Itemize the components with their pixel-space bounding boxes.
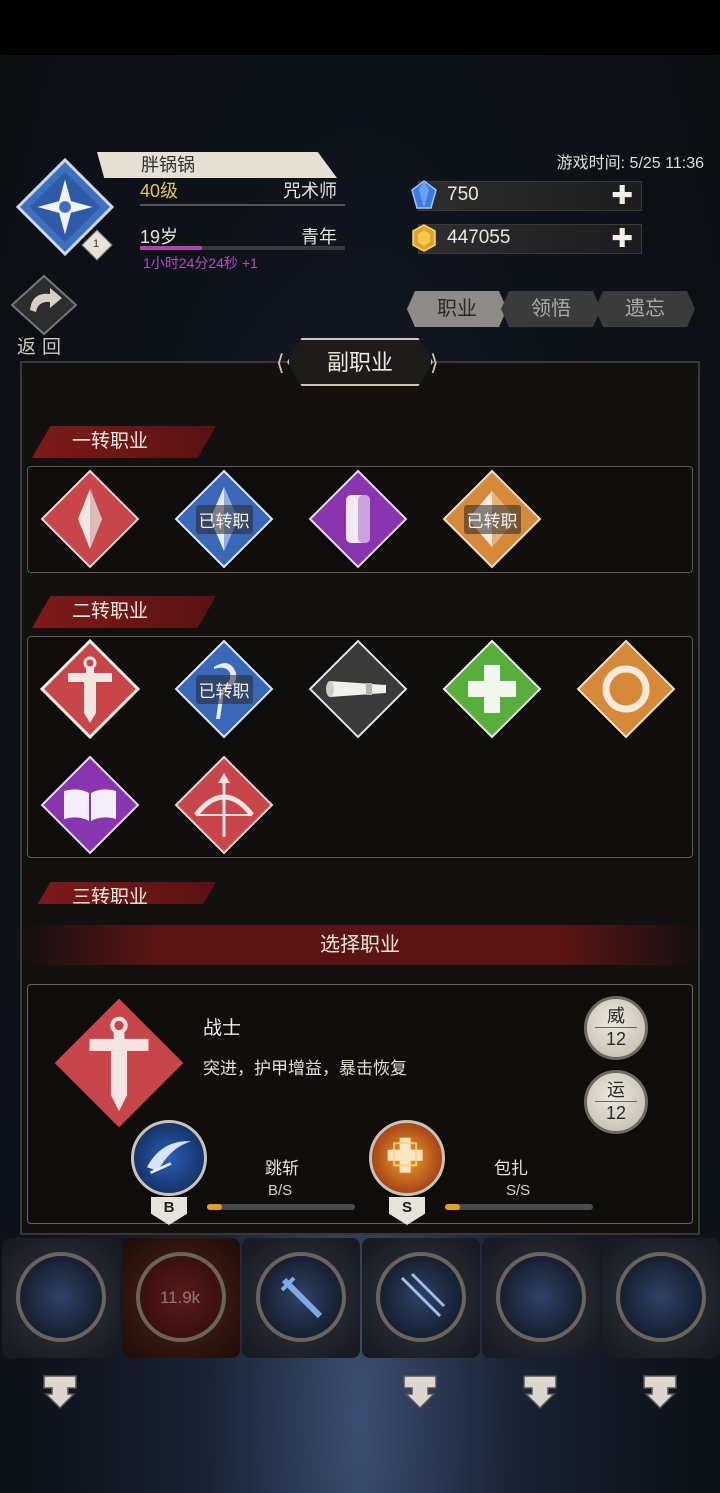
converted-tag: 已转职 — [174, 639, 274, 739]
skill-slot-flame[interactable] — [616, 1252, 706, 1342]
skill-slot-arrows[interactable] — [376, 1252, 466, 1342]
diamond-icon — [411, 180, 437, 209]
unequip-arrow-icon[interactable] — [520, 1370, 560, 1410]
class-icon-guardian[interactable] — [576, 639, 676, 739]
back-arrow-icon — [10, 274, 78, 336]
age-timer: 1小时24分24秒 +1 — [143, 255, 258, 271]
level-row: 40级 咒术师 — [140, 178, 345, 206]
skill-progress-fill — [207, 1204, 222, 1210]
class-icon-healer[interactable] — [442, 639, 542, 739]
skill-progress-fill — [445, 1204, 460, 1210]
class-icon-scholar[interactable] — [40, 755, 140, 855]
tab-insight[interactable]: 领悟 — [501, 291, 601, 327]
tier3-label: 三转职业 — [32, 882, 216, 904]
add-gold-button[interactable]: ✚ — [611, 225, 633, 251]
class-icon-orange-crystal[interactable]: 已转职 — [442, 469, 542, 569]
skill-name: 包扎 — [494, 1159, 528, 1178]
tab-class[interactable]: 职业 — [407, 291, 507, 327]
select-class-bar: 选择职业 — [20, 925, 700, 965]
stat-label: 运 — [607, 1080, 625, 1100]
player-age: 19岁 — [140, 227, 179, 247]
skill-progress-bar — [445, 1204, 593, 1210]
class-icon-mage[interactable]: 已转职 — [174, 639, 274, 739]
gold-value: 447055 — [447, 227, 511, 248]
age-progress-fill — [140, 246, 202, 250]
tier1-label: 一转职业 — [32, 426, 216, 458]
add-diamond-button[interactable]: ✚ — [611, 182, 633, 208]
class-icon-red-crystal[interactable] — [40, 469, 140, 569]
skill-slot-ice-shards[interactable] — [16, 1252, 106, 1342]
title-deco-left: ⟨ — [276, 350, 285, 375]
class-icon-scout[interactable] — [308, 639, 408, 739]
unequip-arrow-icon[interactable] — [40, 1370, 80, 1410]
stat-badge-power: 威 12 — [584, 996, 648, 1060]
tab-bar: 职业 领悟 遗忘 — [407, 291, 697, 327]
skill-rank: S/S — [506, 1182, 531, 1199]
game-time: 游戏时间: 5/25 11:36 — [556, 155, 704, 172]
selected-class-icon — [52, 996, 186, 1130]
skill-leap-slash-icon[interactable] — [131, 1120, 207, 1196]
age-progress-bar — [140, 246, 345, 250]
stat-value: 12 — [595, 1027, 637, 1050]
back-label: 返回 — [17, 337, 68, 358]
back-button[interactable] — [10, 274, 78, 336]
class-icon-archer[interactable] — [174, 755, 274, 855]
gold-counter: 447055 ✚ — [412, 224, 642, 254]
unequip-arrow-icon[interactable] — [640, 1370, 680, 1410]
skill-name: 跳斩 — [265, 1159, 299, 1178]
skill-progress-bar — [207, 1204, 355, 1210]
class-icon-blue-crystal[interactable]: 已转职 — [174, 469, 274, 569]
selected-class-desc: 突进，护甲增益，暴击恢复 — [203, 1059, 407, 1078]
skill-slot-storm[interactable] — [496, 1252, 586, 1342]
diamond-counter: 750 ✚ — [411, 180, 642, 211]
player-level: 40级 — [140, 181, 179, 201]
tier3-clip: 三转职业 — [27, 878, 693, 904]
skill-rank: B/S — [268, 1182, 293, 1199]
unequip-arrow-icon[interactable] — [400, 1370, 440, 1410]
stat-value: 12 — [595, 1101, 637, 1124]
diamond-value: 750 — [447, 184, 479, 205]
skill-bandage-icon[interactable] — [369, 1120, 445, 1196]
center-slot-value: 11.9k — [159, 1288, 201, 1307]
stat-label: 威 — [607, 1006, 625, 1026]
converted-tag: 已转职 — [442, 469, 542, 569]
tier2-label: 二转职业 — [32, 596, 216, 628]
player-avatar[interactable]: 1 — [15, 157, 115, 261]
gold-icon — [412, 224, 436, 252]
class-icon-warrior[interactable] — [40, 639, 140, 739]
tab-forget[interactable]: 遗忘 — [595, 291, 695, 327]
player-class: 咒术师 — [283, 181, 337, 201]
status-bar — [0, 0, 720, 55]
converted-tag: 已转职 — [174, 469, 274, 569]
class-icon-purple-crystal[interactable] — [308, 469, 408, 569]
player-name: 胖锅锅 — [97, 152, 337, 178]
selected-class-name: 战士 — [203, 1018, 242, 1039]
panel-title: 副职业 — [287, 338, 433, 386]
skill-slot-sword[interactable] — [256, 1252, 346, 1342]
avatar-badge: 1 — [92, 238, 100, 250]
stat-badge-luck: 运 12 — [584, 1070, 648, 1134]
